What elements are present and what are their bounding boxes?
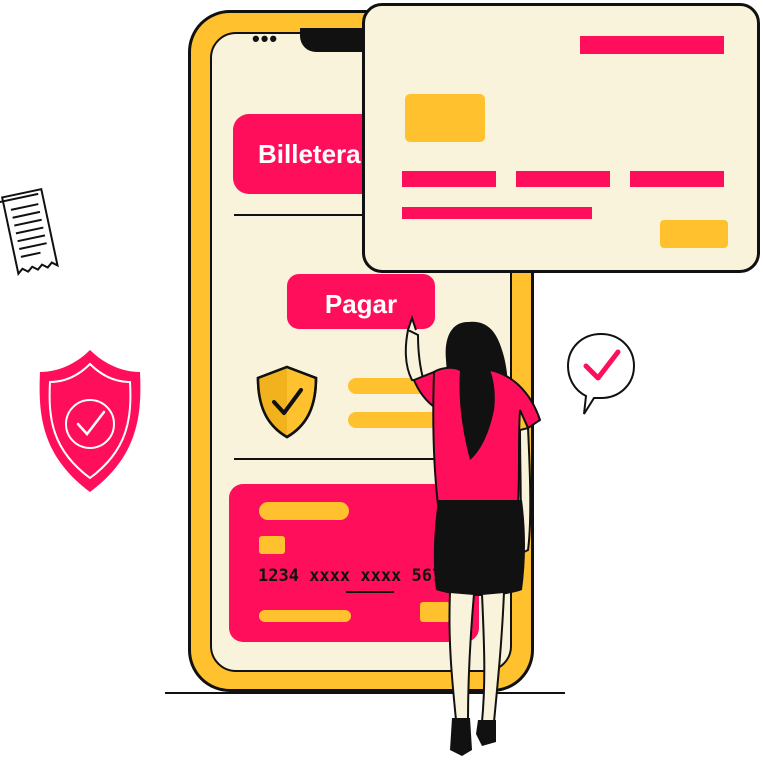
card-underline bbox=[346, 591, 394, 593]
info-bar-1 bbox=[402, 171, 496, 187]
card-chip bbox=[259, 536, 285, 554]
info-bar-3 bbox=[630, 171, 724, 187]
woman-figure bbox=[404, 314, 542, 756]
info-bar-2 bbox=[516, 171, 610, 187]
shield-check-icon bbox=[39, 350, 141, 492]
info-bar-4 bbox=[402, 207, 592, 219]
card-bar-2 bbox=[259, 610, 351, 622]
shield-check-icon bbox=[256, 365, 318, 439]
status-dots-icon: ••• bbox=[252, 26, 279, 51]
info-yellow-button bbox=[660, 220, 728, 248]
info-title-bar bbox=[580, 36, 724, 54]
receipt-icon bbox=[0, 187, 59, 276]
info-yellow-block bbox=[405, 94, 485, 142]
card-bar-1 bbox=[259, 502, 349, 520]
speech-check-icon bbox=[566, 332, 636, 415]
